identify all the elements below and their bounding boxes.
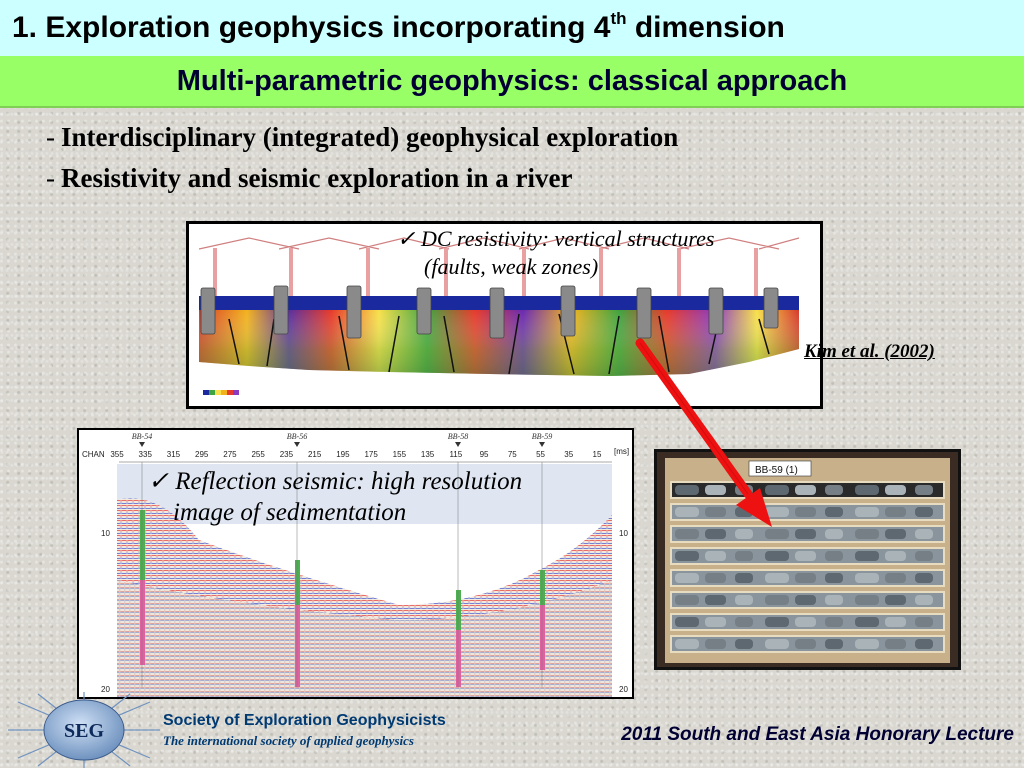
logo-text: SEG: [64, 720, 104, 742]
red-arrow-icon: [635, 338, 772, 527]
org-tagline: The international society of applied geo…: [163, 733, 414, 748]
org-name: Society of Exploration Geophysicists: [163, 712, 446, 729]
seg-logo: SEG: [8, 692, 160, 768]
lecture-title: 2011 South and East Asia Honorary Lectur…: [621, 724, 1014, 745]
